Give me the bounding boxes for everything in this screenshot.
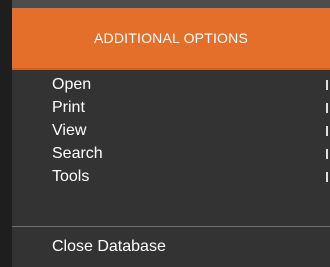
menu-item-print[interactable]: Print [52,97,312,119]
menu-item-tools[interactable]: Tools [52,166,312,188]
additional-options-menu: ADDITIONAL OPTIONS Open Print View Searc… [0,0,330,267]
left-edge [0,0,12,267]
submenu-marker [326,149,328,159]
submenu-marker [326,172,328,182]
menu-list: Open Print View Search Tools Close Datab… [12,72,330,267]
menu-item-view[interactable]: View [52,120,312,142]
submenu-marker [326,80,328,90]
menu-item-open[interactable]: Open [52,74,312,96]
menu-item-search[interactable]: Search [52,143,312,165]
submenu-marker [326,126,328,136]
menu-header: ADDITIONAL OPTIONS [12,8,330,70]
submenu-marker [326,103,328,113]
top-strip [0,0,330,8]
menu-header-title: ADDITIONAL OPTIONS [94,30,248,46]
menu-divider [12,226,330,227]
menu-item-close-database[interactable]: Close Database [52,236,312,258]
